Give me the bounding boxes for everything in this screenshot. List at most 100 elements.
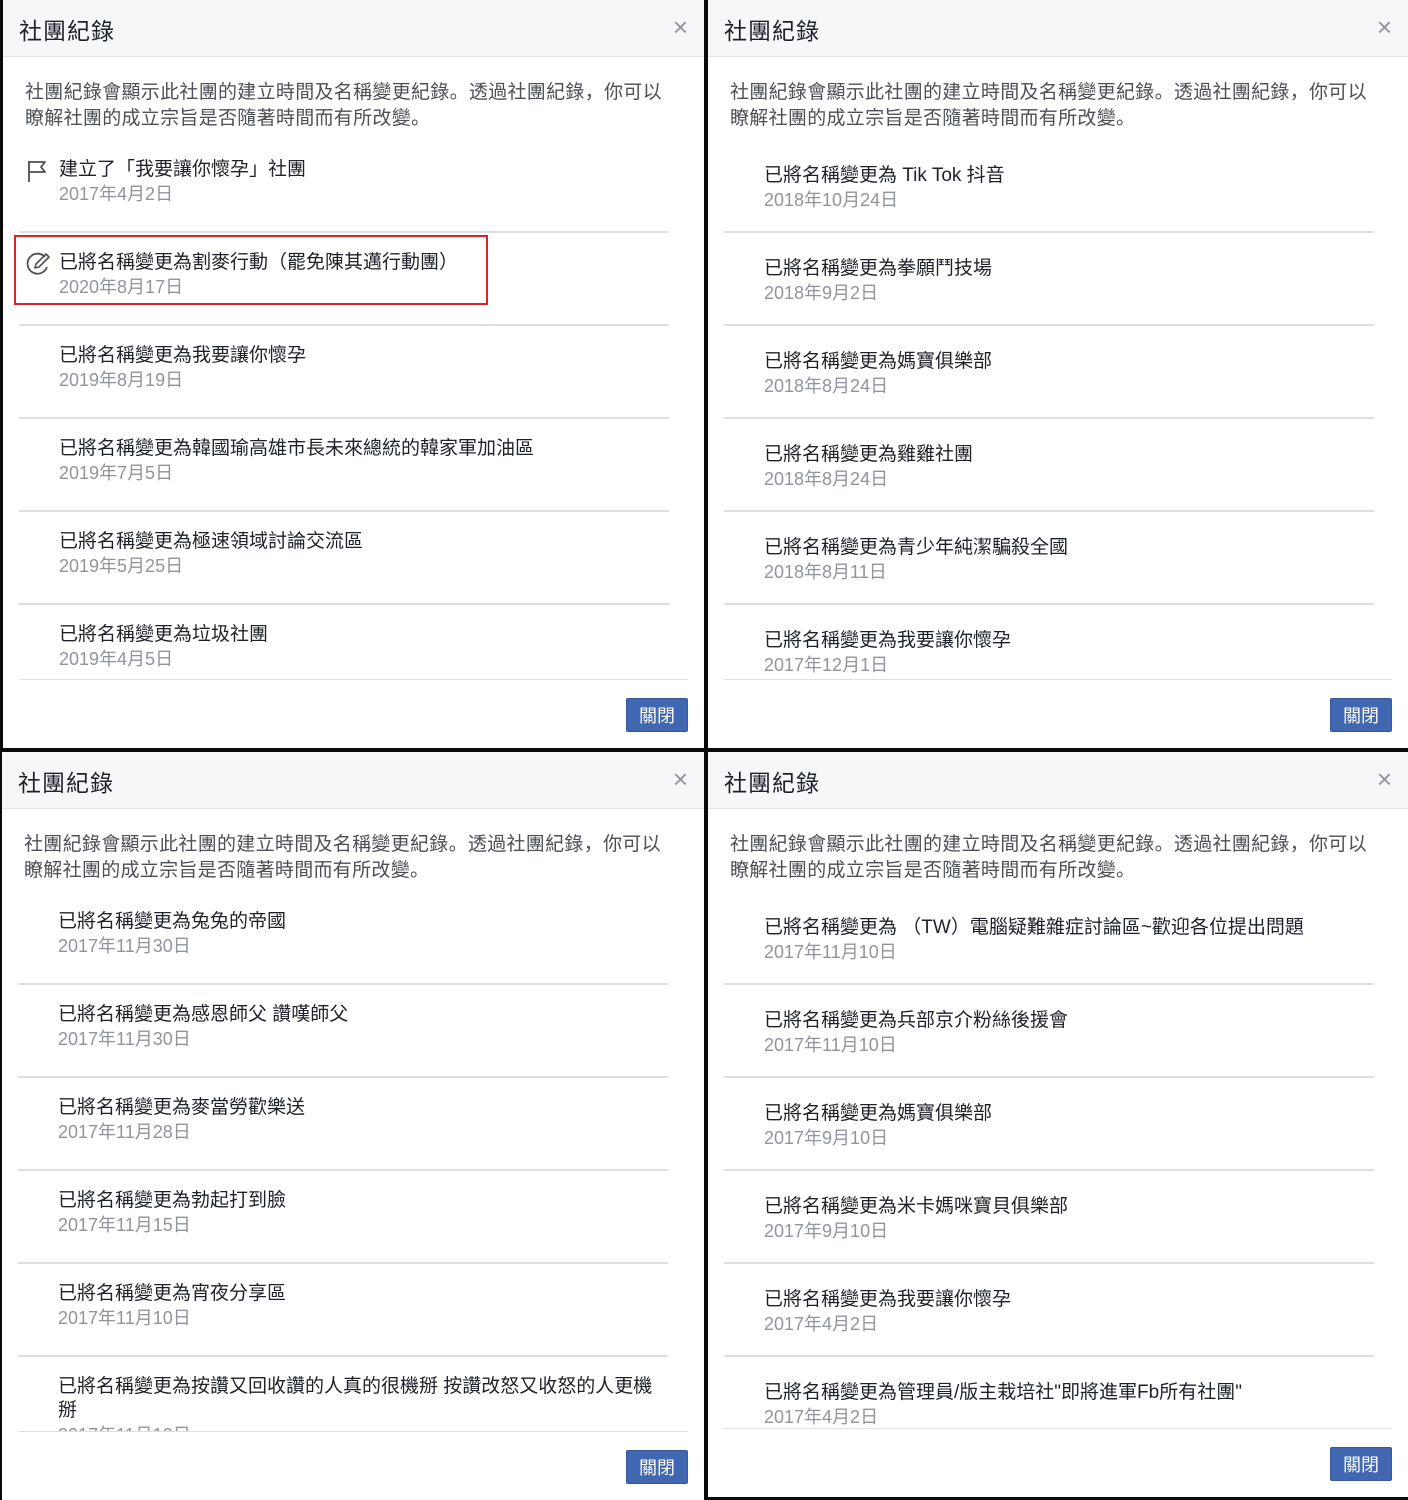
entry-date: 2017年9月10日 [764, 1128, 889, 1148]
group-history-dialog-2: 社團紀錄 × 社團紀錄會顯示此社團的建立時間及名稱變更紀錄。透過社團紀錄，你可以… [708, 0, 1408, 748]
entry-text: 已將名稱變更為韓國瑜高雄市長未來總統的韓家軍加油區 [59, 438, 535, 459]
close-button[interactable]: 關閉 [1330, 698, 1392, 732]
list-item: 已將名稱變更為割麥行動（罷免陳其邁行動團） 2020年8月17日 [19, 233, 669, 326]
dialog-title: 社團紀錄 [724, 18, 820, 44]
dialog-header: 社團紀錄 × [708, 752, 1408, 809]
list-item: 已將名稱變更為極速領域討論交流區 2019年5月25日 [19, 512, 669, 605]
list-item: 已將名稱變更為米卡媽咪寶貝俱樂部 2017年9月10日 [724, 1171, 1374, 1264]
history-list[interactable]: 已將名稱變更為 Tik Tok 抖音 2018年10月24日 已將名稱變更為拳願鬥… [724, 140, 1392, 680]
list-item: 已將名稱變更為管理員/版主栽培社"即將進軍Fb所有社團" 2017年4月2日 [724, 1357, 1374, 1428]
dialog-description: 社團紀錄會顯示此社團的建立時間及名稱變更紀錄。透過社團紀錄，你可以瞭解社團的成立… [730, 834, 1367, 881]
list-item: 已將名稱變更為媽寶俱樂部 2017年9月10日 [724, 1078, 1374, 1171]
list-item: 已將名稱變更為媽寶俱樂部 2018年8月24日 [724, 326, 1374, 419]
entry-date: 2018年8月11日 [764, 562, 887, 582]
close-icon[interactable]: × [673, 764, 688, 794]
list-item: 已將名稱變更為我要讓你懷孕 2017年4月2日 [724, 1264, 1374, 1357]
edit-icon [26, 252, 50, 275]
dialog-title: 社團紀錄 [19, 18, 115, 44]
entry-date: 2019年4月5日 [59, 649, 174, 669]
list-item: 已將名稱變更為 （TW）電腦疑難雜症討論區~歡迎各位提出問題 2017年11月10… [724, 892, 1374, 985]
entry-date: 2019年8月19日 [59, 370, 184, 390]
entry-date: 2018年10月24日 [764, 190, 899, 210]
entry-date: 2017年12月1日 [764, 655, 889, 675]
entry-date: 2019年7月5日 [59, 463, 174, 483]
list-item: 已將名稱變更為勃起打到臉 2017年11月15日 [18, 1171, 668, 1264]
entry-date: 2018年9月2日 [764, 283, 879, 303]
entry-text: 已將名稱變更為 Tik Tok 抖音 [764, 165, 1005, 186]
dialog-header: 社團紀錄 × [2, 752, 704, 809]
entry-date: 2019年5月25日 [59, 556, 184, 576]
entry-text: 已將名稱變更為 （TW）電腦疑難雜症討論區~歡迎各位提出問題 [764, 917, 1304, 938]
dialog-description: 社團紀錄會顯示此社團的建立時間及名稱變更紀錄。透過社團紀錄，你可以瞭解社團的成立… [24, 834, 661, 881]
entry-text: 已將名稱變更為媽寶俱樂部 [764, 1103, 993, 1124]
dialog-header: 社團紀錄 × [3, 0, 704, 57]
list-item: 已將名稱變更為麥當勞歡樂送 2017年11月28日 [18, 1078, 668, 1171]
dialog-title: 社團紀錄 [724, 770, 820, 796]
close-icon[interactable]: × [1377, 764, 1392, 794]
entry-text: 已將名稱變更為媽寶俱樂部 [764, 351, 993, 372]
dialog-description: 社團紀錄會顯示此社團的建立時間及名稱變更紀錄。透過社團紀錄，你可以瞭解社團的成立… [730, 82, 1367, 129]
dialog-header: 社團紀錄 × [708, 0, 1408, 57]
close-icon[interactable]: × [673, 12, 688, 42]
list-item: 已將名稱變更為垃圾社團 2019年4月5日 [19, 605, 669, 679]
entry-date: 2017年4月2日 [764, 1407, 879, 1427]
list-item: 已將名稱變更為兵部京介粉絲後援會 2017年11月10日 [724, 985, 1374, 1078]
group-history-dialog-1: 社團紀錄 × 社團紀錄會顯示此社團的建立時間及名稱變更紀錄。透過社團紀錄，你可以… [3, 0, 704, 748]
entry-date: 2017年11月15日 [58, 1215, 191, 1235]
entry-date: 2017年11月10日 [58, 1423, 658, 1431]
group-history-dialog-4: 社團紀錄 × 社團紀錄會顯示此社團的建立時間及名稱變更紀錄。透過社團紀錄，你可以… [708, 752, 1408, 1497]
flag-icon [28, 161, 46, 182]
entry-text: 已將名稱變更為米卡媽咪寶貝俱樂部 [764, 1196, 1069, 1217]
list-item: 已將名稱變更為韓國瑜高雄市長未來總統的韓家軍加油區 2019年7月5日 [19, 419, 669, 512]
entry-text: 已將名稱變更為拳願鬥技場 [764, 258, 993, 279]
entry-date: 2018年8月24日 [764, 469, 889, 489]
entry-text: 已將名稱變更為垃圾社團 [59, 624, 269, 645]
entry-text: 已將名稱變更為管理員/版主栽培社"即將進軍Fb所有社團" [764, 1382, 1242, 1403]
history-list[interactable]: 已將名稱變更為兔兔的帝國 2017年11月30日 已將名稱變更為感恩師父 讚嘆師父… [18, 892, 688, 1432]
history-list[interactable]: 已將名稱變更為 （TW）電腦疑難雜症討論區~歡迎各位提出問題 2017年11月10… [724, 892, 1392, 1429]
close-button[interactable]: 關閉 [626, 1450, 688, 1484]
entry-text: 已將名稱變更為兵部京介粉絲後援會 [764, 1010, 1069, 1031]
group-history-dialog-3: 社團紀錄 × 社團紀錄會顯示此社團的建立時間及名稱變更紀錄。透過社團紀錄，你可以… [2, 752, 704, 1500]
list-item: 已將名稱變更為感恩師父 讚嘆師父 2017年11月30日 [18, 985, 668, 1078]
list-item: 已將名稱變更為兔兔的帝國 2017年11月30日 [18, 892, 668, 985]
entry-text: 已將名稱變更為兔兔的帝國 [58, 911, 287, 932]
list-item: 已將名稱變更為 Tik Tok 抖音 2018年10月24日 [724, 140, 1374, 233]
entry-date: 2018年8月24日 [764, 376, 889, 396]
list-item: 已將名稱變更為宵夜分享區 2017年11月10日 [18, 1264, 668, 1357]
entry-date: 2017年11月10日 [58, 1308, 191, 1328]
entry-date: 2017年11月30日 [58, 936, 191, 956]
entry-text: 已將名稱變更為割麥行動（罷免陳其邁行動團） [59, 252, 459, 273]
entry-text: 已將名稱變更為青少年純潔騙殺全國 [764, 537, 1069, 558]
entry-text: 已將名稱變更為感恩師父 讚嘆師父 [58, 1004, 349, 1025]
list-item: 已將名稱變更為青少年純潔騙殺全國 2018年8月11日 [724, 512, 1374, 605]
entry-text: 已將名稱變更為我要讓你懷孕 [764, 630, 1012, 651]
entry-date: 2017年11月10日 [764, 1035, 897, 1055]
list-item: 已將名稱變更為按讚又回收讚的人真的很機掰 按讚改怒又收怒的人更機掰 2017年11… [18, 1357, 668, 1431]
entry-date: 2017年4月2日 [764, 1314, 879, 1334]
dialog-title: 社團紀錄 [18, 770, 114, 796]
close-button[interactable]: 關閉 [626, 698, 688, 732]
entry-text: 已將名稱變更為我要讓你懷孕 [764, 1289, 1012, 1310]
entry-date: 2017年11月10日 [764, 942, 897, 962]
list-item: 已將名稱變更為我要讓你懷孕 2019年8月19日 [19, 326, 669, 419]
entry-date: 2017年9月10日 [764, 1221, 889, 1241]
entry-text: 已將名稱變更為雞雞社團 [764, 444, 974, 465]
entry-date: 2017年4月2日 [59, 184, 174, 204]
list-item: 已將名稱變更為我要讓你懷孕 2017年12月1日 [724, 605, 1374, 679]
entry-text: 已將名稱變更為宵夜分享區 [58, 1283, 287, 1304]
dialog-description: 社團紀錄會顯示此社團的建立時間及名稱變更紀錄。透過社團紀錄，你可以瞭解社團的成立… [25, 82, 662, 129]
entry-text: 已將名稱變更為按讚又回收讚的人真的很機掰 按讚改怒又收怒的人更機掰 [58, 1376, 653, 1421]
close-button[interactable]: 關閉 [1330, 1447, 1392, 1481]
entry-text: 已將名稱變更為我要讓你懷孕 [59, 345, 307, 366]
entry-text: 已將名稱變更為麥當勞歡樂送 [58, 1097, 306, 1118]
entry-text: 已將名稱變更為勃起打到臉 [58, 1190, 287, 1211]
close-icon[interactable]: × [1377, 12, 1392, 42]
list-item: 建立了「我要讓你懷孕」社團 2017年4月2日 [19, 140, 669, 233]
list-item: 已將名稱變更為拳願鬥技場 2018年9月2日 [724, 233, 1374, 326]
entry-date: 2020年8月17日 [59, 277, 184, 297]
entry-text: 建立了「我要讓你懷孕」社團 [59, 159, 307, 180]
list-item: 已將名稱變更為雞雞社團 2018年8月24日 [724, 419, 1374, 512]
history-list[interactable]: 建立了「我要讓你懷孕」社團 2017年4月2日 已將名稱變更為割麥行動（罷免陳其邁… [19, 140, 688, 680]
entry-date: 2017年11月28日 [58, 1122, 191, 1142]
